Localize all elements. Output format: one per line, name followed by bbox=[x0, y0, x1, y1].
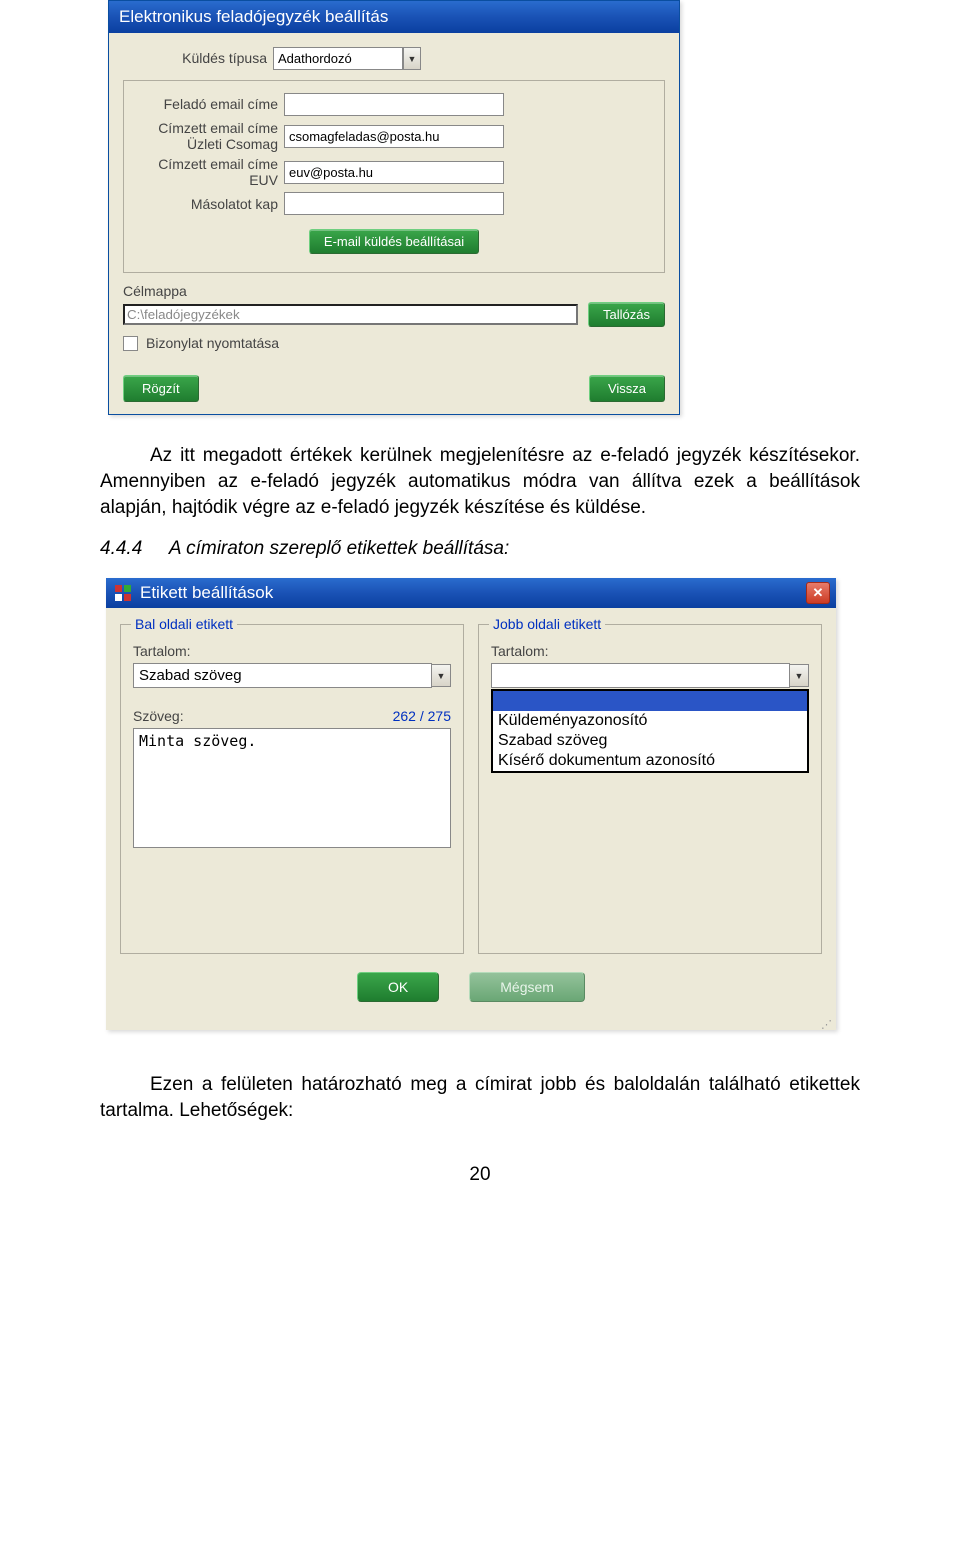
app-icon bbox=[114, 584, 132, 602]
dropdown-option[interactable] bbox=[493, 691, 807, 711]
page-number: 20 bbox=[100, 1164, 860, 1186]
bizonylat-checkbox[interactable] bbox=[123, 336, 138, 351]
cimzett1-label: Címzett email címe Üzleti Csomag bbox=[134, 120, 284, 152]
efelado-dialog: Elektronikus feladójegyzék beállítás Kül… bbox=[108, 0, 680, 415]
right-dropdown-list[interactable]: Küldeményazonosító Szabad szöveg Kísérő … bbox=[491, 689, 809, 773]
masolat-input[interactable] bbox=[284, 192, 504, 215]
kuldes-tipusa-combo[interactable]: Adathordozó bbox=[273, 47, 403, 70]
section-number: 4.4.4 bbox=[100, 538, 142, 559]
cimzett1-input[interactable] bbox=[284, 125, 504, 148]
email-group: Feladó email címe Címzett email címe Üzl… bbox=[123, 80, 665, 273]
dropdown-option[interactable]: Küldeményazonosító bbox=[493, 711, 807, 731]
kuldes-tipusa-value: Adathordozó bbox=[278, 51, 398, 66]
cancel-button[interactable]: Mégsem bbox=[469, 972, 585, 1002]
etikett-titlebar: Etikett beállítások ✕ bbox=[106, 578, 836, 608]
cimzett2-input[interactable] bbox=[284, 161, 504, 184]
right-tartalom-combo[interactable] bbox=[491, 663, 790, 688]
tallozas-button[interactable]: Tallózás bbox=[588, 302, 665, 327]
bizonylat-label: Bizonylat nyomtatása bbox=[146, 335, 279, 351]
etikett-dialog: Etikett beállítások ✕ Bal oldali etikett… bbox=[106, 578, 836, 1030]
left-legend: Bal oldali etikett bbox=[131, 616, 237, 632]
cimzett2-label: Címzett email címe EUV bbox=[134, 156, 284, 188]
celmappa-label: Célmappa bbox=[123, 283, 665, 299]
right-etikett-group: Jobb oldali etikett Tartalom: ▼ Küldemén… bbox=[478, 624, 822, 954]
felado-email-input[interactable] bbox=[284, 93, 504, 116]
masolat-label: Másolatot kap bbox=[134, 196, 284, 212]
dialog-titlebar: Elektronikus feladójegyzék beállítás bbox=[109, 1, 679, 33]
left-char-count: 262 / 275 bbox=[393, 708, 451, 724]
felado-email-label: Feladó email címe bbox=[134, 96, 284, 112]
dialog-title: Elektronikus feladójegyzék beállítás bbox=[119, 7, 388, 26]
right-legend: Jobb oldali etikett bbox=[489, 616, 605, 632]
section-title: A címiraton szereplő etikettek beállítás… bbox=[169, 538, 509, 559]
celmappa-input[interactable] bbox=[123, 304, 578, 325]
dropdown-option[interactable]: Kísérő dokumentum azonosító bbox=[493, 751, 807, 771]
rogzit-button[interactable]: Rögzít bbox=[123, 375, 199, 402]
grip-icon: ⋰ bbox=[821, 1022, 833, 1028]
dropdown-option[interactable]: Szabad szöveg bbox=[493, 731, 807, 751]
vissza-button[interactable]: Vissza bbox=[589, 375, 665, 402]
section-heading: 4.4.4 A címiraton szereplő etikettek beá… bbox=[100, 538, 860, 560]
left-szoveg-label: Szöveg: bbox=[133, 708, 184, 724]
kuldes-tipusa-label: Küldés típusa bbox=[123, 50, 273, 66]
right-tartalom-label: Tartalom: bbox=[491, 643, 809, 659]
chevron-down-icon[interactable]: ▼ bbox=[403, 47, 421, 70]
email-settings-button[interactable]: E-mail küldés beállításai bbox=[309, 229, 479, 254]
paragraph-summary: Ezen a felületen határozható meg a címir… bbox=[100, 1072, 860, 1123]
etikett-dialog-title: Etikett beállítások bbox=[140, 583, 273, 603]
ok-button[interactable]: OK bbox=[357, 972, 439, 1002]
left-combo-value: Szabad szöveg bbox=[139, 667, 426, 684]
left-etikett-group: Bal oldali etikett Tartalom: Szabad szöv… bbox=[120, 624, 464, 954]
chevron-down-icon[interactable]: ▼ bbox=[789, 664, 809, 687]
left-szoveg-textarea[interactable] bbox=[133, 728, 451, 848]
resize-grip[interactable]: ⋰ bbox=[106, 1016, 836, 1030]
close-button[interactable]: ✕ bbox=[806, 582, 830, 604]
paragraph-intro: Az itt megadott értékek kerülnek megjele… bbox=[100, 443, 860, 520]
left-tartalom-combo[interactable]: Szabad szöveg bbox=[133, 663, 432, 688]
chevron-down-icon[interactable]: ▼ bbox=[431, 664, 451, 687]
close-icon: ✕ bbox=[813, 585, 824, 601]
left-tartalom-label: Tartalom: bbox=[133, 643, 451, 659]
